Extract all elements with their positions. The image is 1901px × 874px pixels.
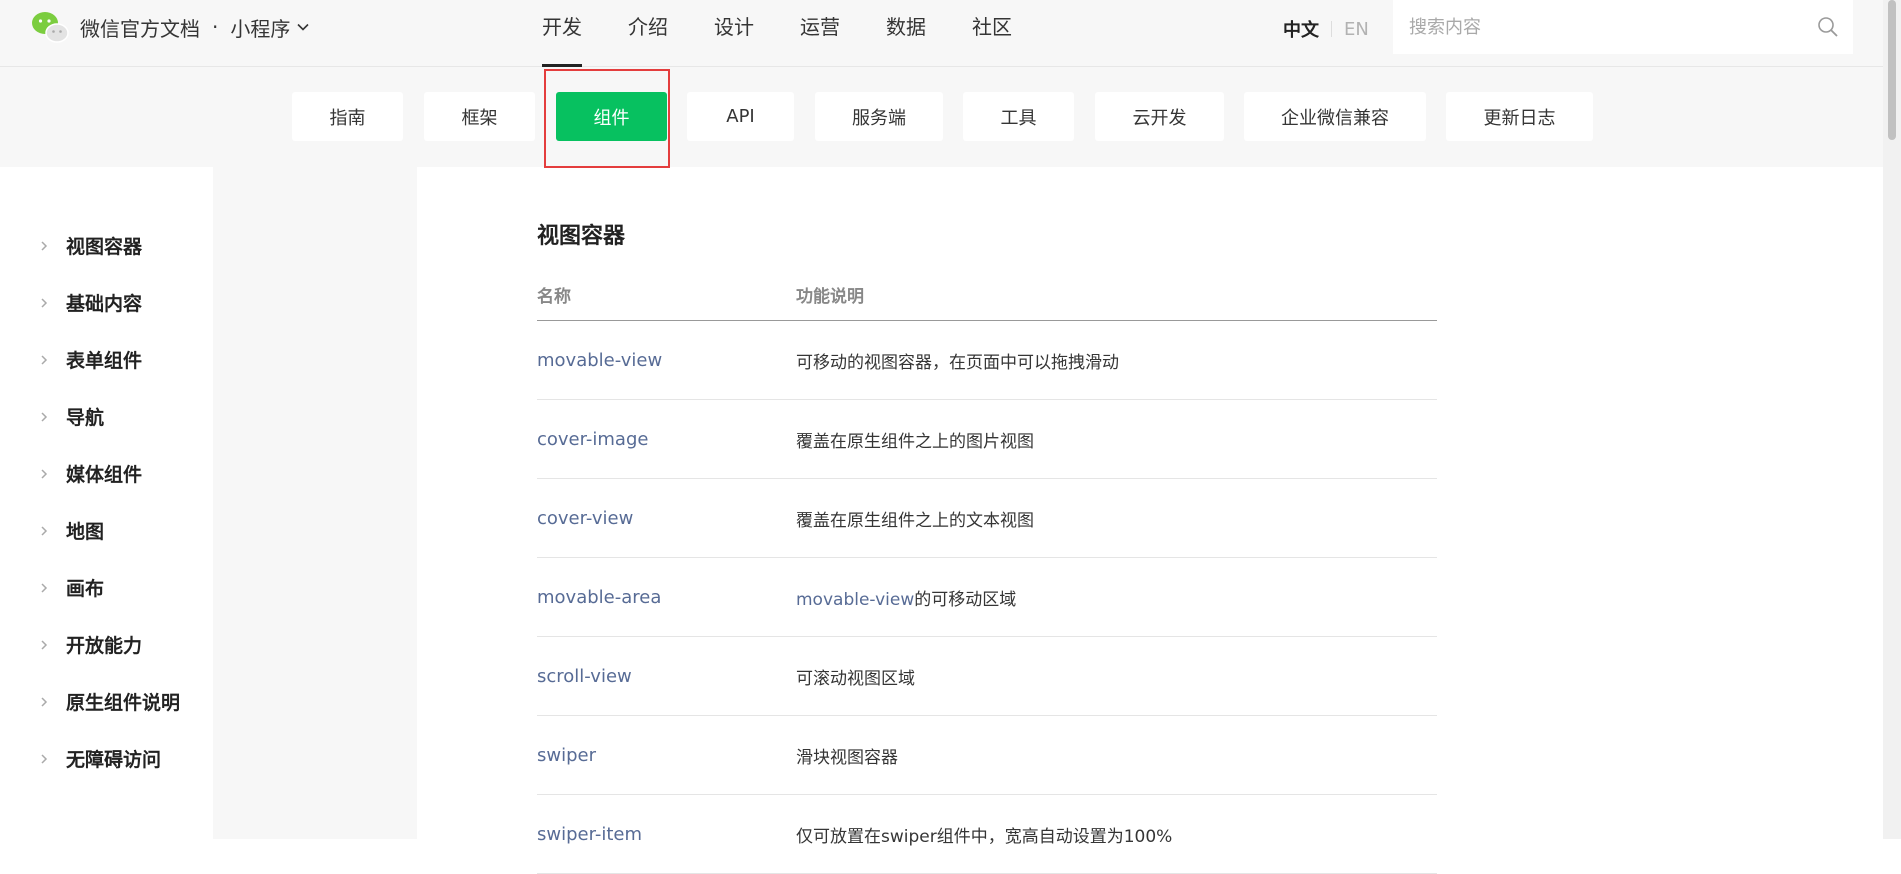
lang-chinese[interactable]: 中文	[1283, 16, 1319, 42]
column-header-description: 功能说明	[796, 287, 864, 307]
column-header-name: 名称	[537, 287, 571, 307]
chevron-right-icon	[41, 639, 48, 650]
component-link-movable-area[interactable]: movable-area	[537, 587, 661, 608]
table-row: swiper-item 仅可放置在swiper组件中，宽高自动设置为100%	[537, 795, 1437, 874]
table-cell-description: 可滚动视图区域	[796, 668, 915, 689]
component-link-swiper-item[interactable]: swiper-item	[537, 824, 642, 845]
sidebar-item-label: 地图	[66, 521, 105, 543]
sidebar-item-form-components[interactable]: 表单组件	[0, 331, 417, 388]
table-cell-description: 覆盖在原生组件之上的文本视图	[796, 510, 1034, 531]
table-row: swiper 滑块视图容器	[537, 716, 1437, 795]
sub-nav-changelog[interactable]: 更新日志	[1446, 92, 1593, 141]
inline-link-movable-view[interactable]: movable-view	[796, 590, 914, 610]
sidebar-item-label: 视图容器	[66, 236, 143, 258]
table-row: cover-view 覆盖在原生组件之上的文本视图	[537, 479, 1437, 558]
chevron-right-icon	[41, 240, 48, 251]
table-cell-description: movable-view的可移动区域	[796, 585, 1437, 610]
sub-nav-cloud-dev[interactable]: 云开发	[1095, 92, 1224, 141]
sidebar-item-view-container[interactable]: 视图容器	[0, 217, 417, 274]
sidebar-item-label: 媒体组件	[66, 464, 143, 486]
main-nav-item-operations[interactable]: 运营	[777, 0, 863, 67]
component-link-cover-image[interactable]: cover-image	[537, 429, 648, 450]
sidebar: 视图容器 基础内容 表单组件 导航 媒体组件 地图 画布 开放能力 原生组件说明…	[0, 167, 417, 839]
table-row: movable-area movable-view的可移动区域	[537, 558, 1437, 637]
table-row: cover-image 覆盖在原生组件之上的图片视图	[537, 400, 1437, 479]
chevron-right-icon	[41, 411, 48, 422]
product-dropdown-label: 小程序	[230, 16, 291, 41]
component-link-cover-view[interactable]: cover-view	[537, 508, 633, 529]
sidebar-item-label: 基础内容	[66, 293, 143, 315]
chevron-down-icon	[297, 23, 309, 31]
sidebar-item-basic-content[interactable]: 基础内容	[0, 274, 417, 331]
component-link-scroll-view[interactable]: scroll-view	[537, 666, 632, 687]
search-icon[interactable]	[1817, 16, 1839, 38]
sidebar-item-label: 导航	[66, 407, 105, 429]
table-row: scroll-view 可滚动视图区域	[537, 637, 1437, 716]
chevron-right-icon	[41, 354, 48, 365]
lang-english[interactable]: EN	[1344, 19, 1369, 40]
sub-nav-server[interactable]: 服务端	[815, 92, 943, 141]
top-navigation: 微信官方文档 · 小程序 开发 介绍 设计 运营 数据 社区 中文 EN	[0, 0, 1883, 67]
sub-nav-api[interactable]: API	[687, 92, 794, 141]
sidebar-item-label: 原生组件说明	[66, 692, 181, 714]
sidebar-item-label: 无障碍访问	[66, 749, 162, 771]
table-cell-description: 覆盖在原生组件之上的图片视图	[796, 431, 1034, 452]
chevron-right-icon	[41, 753, 48, 764]
sidebar-item-media-components[interactable]: 媒体组件	[0, 445, 417, 502]
main-nav: 开发 介绍 设计 运营 数据 社区	[519, 0, 1035, 67]
language-switcher: 中文 EN	[1283, 16, 1369, 42]
chevron-right-icon	[41, 582, 48, 593]
components-table: 名称 功能说明 movable-view 可移动的视图容器，在页面中可以拖拽滑动…	[537, 282, 1437, 874]
search-input[interactable]	[1407, 15, 1817, 39]
main-nav-item-community[interactable]: 社区	[949, 0, 1035, 67]
table-cell-description: 可移动的视图容器，在页面中可以拖拽滑动	[796, 352, 1119, 373]
sidebar-item-map[interactable]: 地图	[0, 502, 417, 559]
sub-nav: 指南 框架 组件 API 服务端 工具 云开发 企业微信兼容 更新日志	[0, 67, 1883, 167]
sidebar-list: 视图容器 基础内容 表单组件 导航 媒体组件 地图 画布 开放能力 原生组件说明…	[0, 217, 417, 787]
main-nav-item-design[interactable]: 设计	[691, 0, 777, 67]
sidebar-item-label: 表单组件	[66, 350, 143, 372]
table-cell-description: 仅可放置在swiper组件中，宽高自动设置为100%	[796, 826, 1173, 847]
component-link-swiper[interactable]: swiper	[537, 745, 596, 766]
sidebar-item-label: 开放能力	[66, 635, 143, 657]
table-row: movable-view 可移动的视图容器，在页面中可以拖拽滑动	[537, 321, 1437, 400]
table-cell-description: 滑块视图容器	[796, 747, 898, 768]
main-nav-item-develop[interactable]: 开发	[519, 0, 605, 67]
search-box	[1393, 0, 1853, 54]
chevron-right-icon	[41, 696, 48, 707]
page-scrollbar[interactable]	[1883, 0, 1901, 839]
lang-divider	[1331, 21, 1332, 37]
component-link-movable-view[interactable]: movable-view	[537, 350, 662, 371]
main-nav-item-data[interactable]: 数据	[863, 0, 949, 67]
sidebar-item-accessibility[interactable]: 无障碍访问	[0, 730, 417, 787]
sidebar-item-open-capabilities[interactable]: 开放能力	[0, 616, 417, 673]
sidebar-item-canvas[interactable]: 画布	[0, 559, 417, 616]
chevron-right-icon	[41, 468, 48, 479]
sub-nav-wecom-compat[interactable]: 企业微信兼容	[1244, 92, 1426, 141]
sidebar-item-label: 画布	[66, 578, 105, 600]
brand-separator-dot: ·	[212, 15, 219, 39]
chevron-right-icon	[41, 525, 48, 536]
sub-nav-tools[interactable]: 工具	[963, 92, 1074, 141]
scrollbar-thumb[interactable]	[1888, 0, 1896, 140]
table-header: 名称 功能说明	[537, 282, 1437, 321]
wechat-logo-icon	[32, 12, 69, 43]
sub-nav-components[interactable]: 组件	[556, 92, 667, 141]
sidebar-item-navigation[interactable]: 导航	[0, 388, 417, 445]
sub-nav-guide[interactable]: 指南	[292, 92, 403, 141]
chevron-right-icon	[41, 297, 48, 308]
main-nav-item-intro[interactable]: 介绍	[605, 0, 691, 67]
section-heading: 视图容器	[537, 224, 626, 249]
product-dropdown[interactable]: 小程序	[230, 13, 310, 42]
sidebar-item-native-components[interactable]: 原生组件说明	[0, 673, 417, 730]
brand-title[interactable]: 微信官方文档	[80, 13, 200, 42]
brand[interactable]: 微信官方文档 · 小程序	[30, 10, 310, 44]
sub-nav-framework[interactable]: 框架	[424, 92, 535, 141]
table-cell-text: 的可移动区域	[914, 589, 1017, 610]
